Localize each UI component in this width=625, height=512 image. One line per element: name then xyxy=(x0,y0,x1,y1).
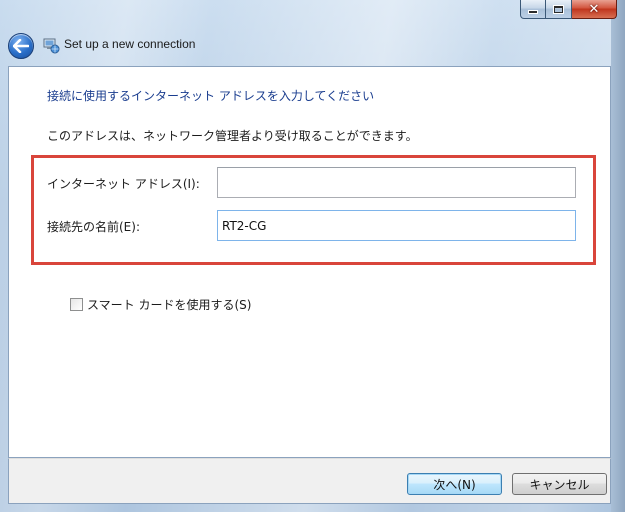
internet-address-input[interactable] xyxy=(217,167,576,198)
destination-name-input[interactable] xyxy=(217,210,576,241)
instruction-description: このアドレスは、ネットワーク管理者より受け取ることができます。 xyxy=(47,129,418,143)
minimize-icon xyxy=(529,11,537,13)
smart-card-option[interactable]: スマート カードを使用する(S) xyxy=(70,296,251,313)
dialog-content: 接続に使用するインターネット アドレスを入力してください このアドレスは、ネット… xyxy=(8,66,611,458)
cancel-button[interactable]: キャンセル xyxy=(512,473,607,495)
internet-address-label: インターネット アドレス(I): xyxy=(47,177,200,191)
back-button[interactable] xyxy=(8,33,34,59)
caption-buttons: ✕ xyxy=(520,0,617,20)
back-arrow-icon xyxy=(13,39,29,53)
close-button[interactable]: ✕ xyxy=(572,0,617,19)
smart-card-checkbox[interactable] xyxy=(70,298,83,311)
smart-card-label[interactable]: スマート カードを使用する(S) xyxy=(87,296,251,313)
instruction-heading: 接続に使用するインターネット アドレスを入力してください xyxy=(47,89,375,103)
minimize-button[interactable] xyxy=(520,0,546,19)
maximize-icon xyxy=(554,5,563,13)
button-bar: 次へ(N) キャンセル xyxy=(8,458,611,504)
next-button[interactable]: 次へ(N) xyxy=(407,473,502,495)
close-icon: ✕ xyxy=(588,1,600,17)
network-connection-icon xyxy=(43,38,60,54)
destination-name-label: 接続先の名前(E): xyxy=(47,220,140,234)
window-title: Set up a new connection xyxy=(64,37,196,51)
maximize-button[interactable] xyxy=(546,0,572,19)
